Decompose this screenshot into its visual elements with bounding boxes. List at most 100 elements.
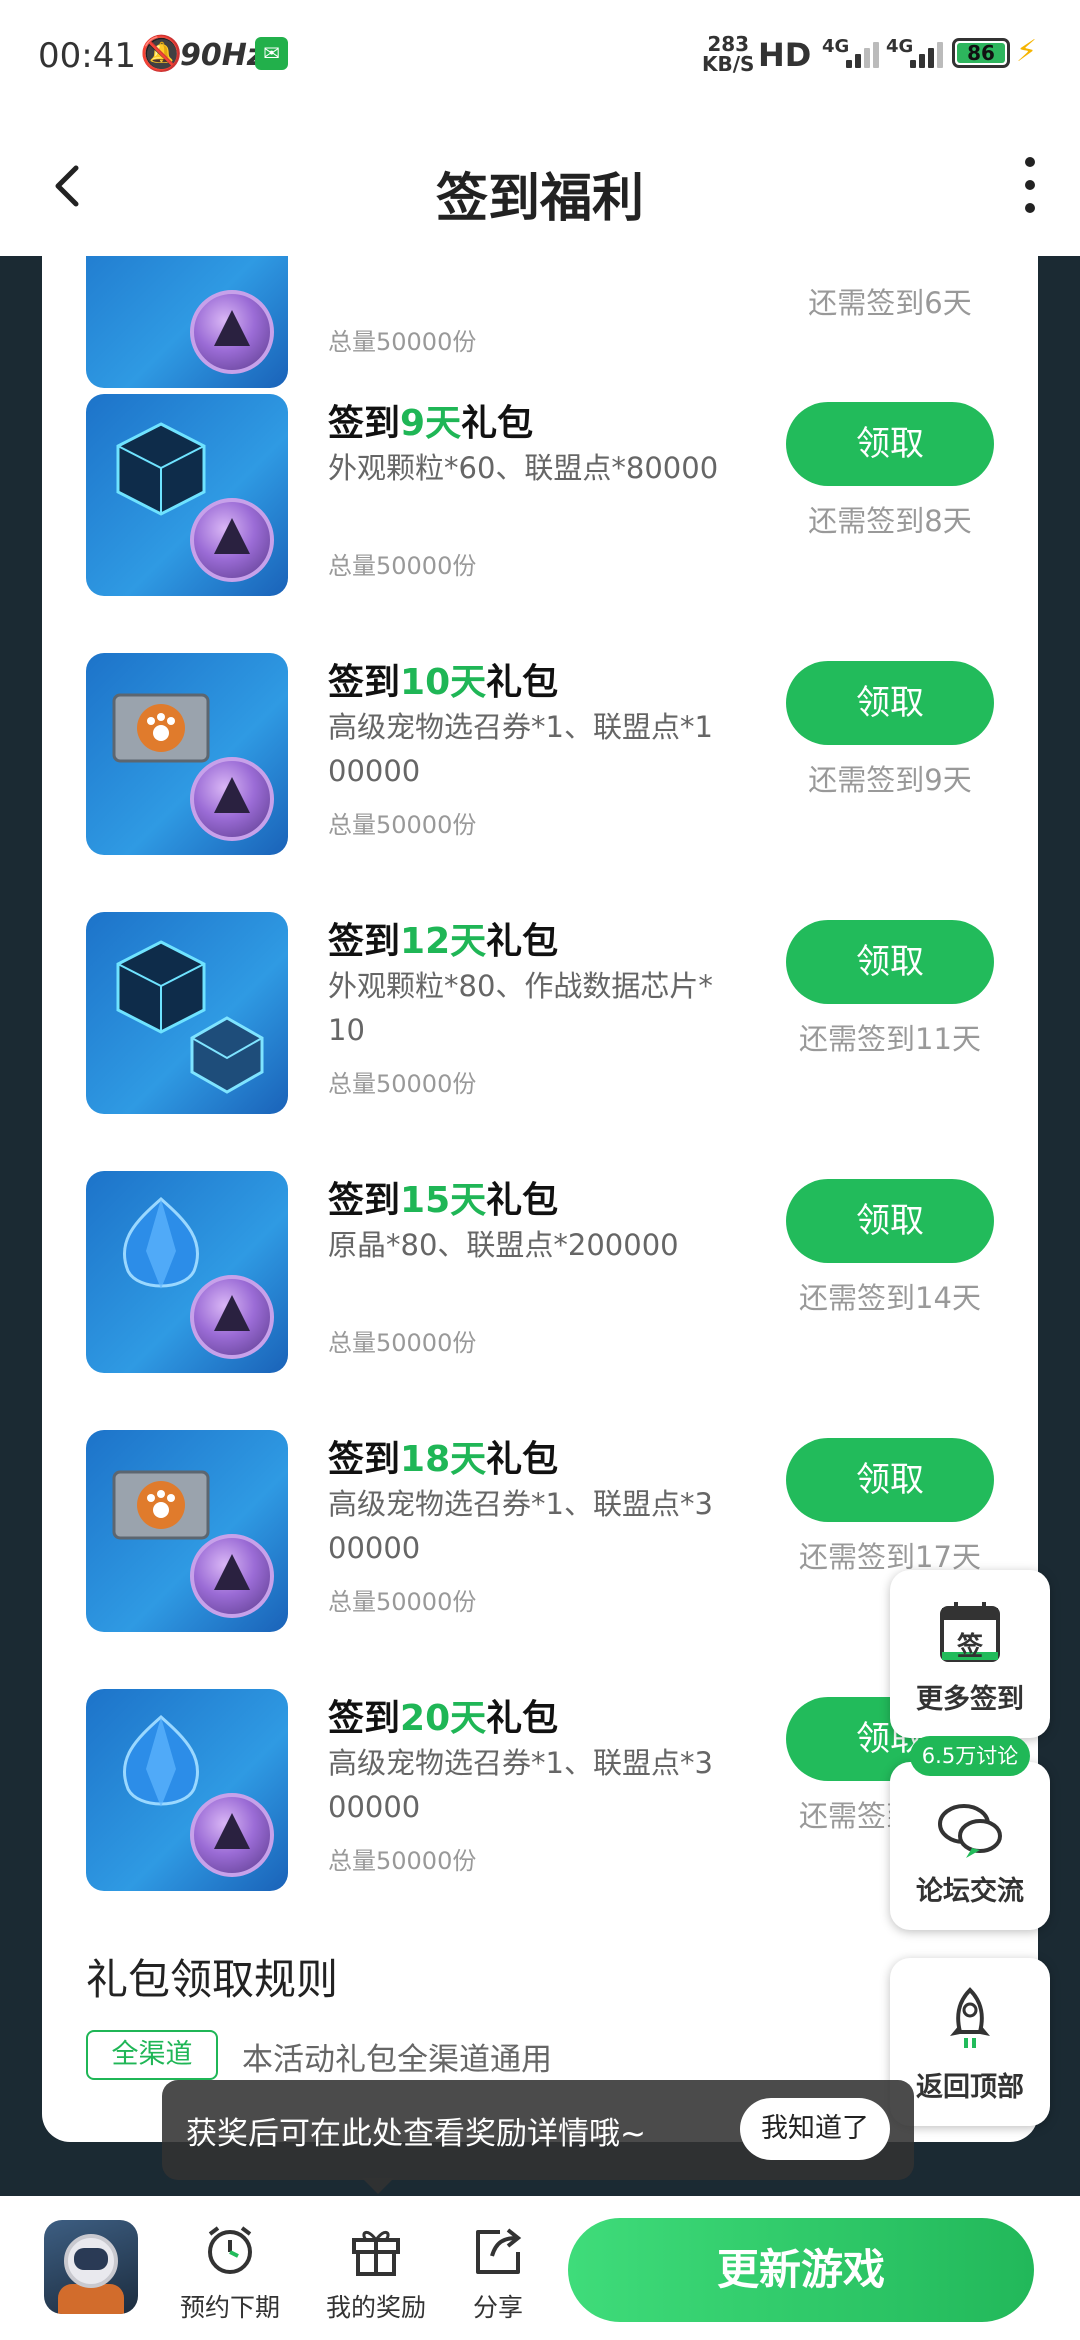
net-speed-unit: KB/S bbox=[702, 52, 755, 76]
gift-title: 签到20天礼包 bbox=[328, 1698, 559, 1739]
chat-bubbles-icon bbox=[938, 1804, 1002, 1858]
signal-icon bbox=[846, 40, 879, 68]
gift-thumbnail bbox=[86, 256, 288, 388]
more-options-button[interactable] bbox=[1010, 150, 1050, 220]
gift-row: 签到18天礼包 高级宠物选召券*1、联盟点*300000 总量50000份 领取… bbox=[42, 1430, 1038, 1670]
rules-title: 礼包领取规则 bbox=[86, 1955, 339, 2004]
gift-description: 原晶*80、联盟点*200000 bbox=[328, 1228, 679, 1262]
status-bar: 00:41 🔕 90Hz ✉ 283 KB/S HD 4G 4G 86 ⚡ bbox=[0, 0, 1080, 120]
got-it-button[interactable]: 我知道了 bbox=[740, 2098, 890, 2160]
gift-row: 签到15天礼包 原晶*80、联盟点*200000 总量50000份 领取 还需签… bbox=[42, 1171, 1038, 1411]
gift-need-text: 还需签到8天 bbox=[808, 504, 972, 538]
gift-row: 签到9天礼包 外观颗粒*60、联盟点*80000 总量50000份 领取 还需签… bbox=[42, 394, 1038, 634]
gift-title: 签到9天礼包 bbox=[328, 403, 534, 444]
gift-description: 高级宠物选召券*1、联盟点*300000 bbox=[328, 1487, 713, 1565]
gift-title: 签到12天礼包 bbox=[328, 921, 559, 962]
gift-need-text: 还需签到9天 bbox=[808, 763, 972, 797]
tooltip-arrow bbox=[362, 2178, 394, 2194]
battery-level: 86 bbox=[957, 43, 1005, 63]
gift-total: 总量50000份 bbox=[328, 552, 477, 580]
claim-button[interactable]: 领取 bbox=[786, 661, 994, 745]
status-time: 00:41 bbox=[38, 36, 136, 76]
gift-title: 签到18天礼包 bbox=[328, 1439, 559, 1480]
gift-row: 签到10天礼包 高级宠物选召券*1、联盟点*100000 总量50000份 领取… bbox=[42, 653, 1038, 893]
pet-ticket-icon bbox=[86, 653, 288, 855]
forum-label: 论坛交流 bbox=[916, 1876, 1024, 1907]
gift-need-text: 还需签到11天 bbox=[799, 1022, 981, 1056]
my-rewards-label: 我的奖励 bbox=[325, 2293, 426, 2322]
reward-tooltip: 获奖后可在此处查看奖励详情哦~ 我知道了 bbox=[162, 2080, 914, 2180]
back-to-top-button[interactable]: 返回顶部 bbox=[890, 1958, 1050, 2126]
gift-description: 高级宠物选召券*1、联盟点*300000 bbox=[328, 1746, 713, 1824]
gift-title: 签到10天礼包 bbox=[328, 662, 559, 703]
blue-gem-icon bbox=[86, 1689, 288, 1891]
rule-text: 本活动礼包全渠道通用 bbox=[242, 2042, 552, 2078]
gift-total: 总量50000份 bbox=[328, 1588, 477, 1616]
battery-icon: 86 bbox=[952, 38, 1010, 68]
page-title: 签到福利 bbox=[435, 169, 644, 229]
gift-days: 12天 bbox=[400, 921, 487, 962]
gift-total: 总量50000份 bbox=[328, 811, 477, 839]
coin-icon bbox=[190, 290, 274, 374]
more-checkin-label: 更多签到 bbox=[916, 1684, 1024, 1715]
gift-total: 总量50000份 bbox=[328, 1847, 477, 1875]
alarm-clock-icon bbox=[208, 2226, 252, 2274]
gift-days: 10天 bbox=[400, 662, 487, 703]
share-icon bbox=[476, 2228, 522, 2274]
gift-total: 总量50000份 bbox=[328, 328, 477, 356]
more-checkin-button[interactable]: 签 更多签到 bbox=[890, 1570, 1050, 1738]
mute-icon: 🔕 bbox=[140, 34, 183, 74]
gift-days: 18天 bbox=[400, 1439, 487, 1480]
reserve-next-label: 预约下期 bbox=[179, 2293, 280, 2322]
gift-box-icon bbox=[352, 2231, 400, 2276]
coin-icon bbox=[190, 1275, 274, 1359]
blue-gem-icon bbox=[86, 1171, 288, 1373]
claim-button[interactable]: 领取 bbox=[786, 920, 994, 1004]
pet-ticket-icon bbox=[86, 1430, 288, 1632]
net-speed: 283 KB/S bbox=[702, 34, 754, 74]
wechat-icon: ✉ bbox=[255, 37, 288, 70]
gift-row: 签到12天礼包 外观颗粒*80、作战数据芯片*10 总量50000份 领取 还需… bbox=[42, 912, 1038, 1152]
crystal-cube-icon bbox=[86, 394, 288, 596]
gift-description: 外观颗粒*80、作战数据芯片*10 bbox=[328, 969, 713, 1047]
charging-icon: ⚡ bbox=[1016, 34, 1038, 69]
refresh-rate: 90Hz bbox=[180, 38, 265, 73]
coin-icon bbox=[190, 1534, 274, 1618]
claim-button[interactable]: 领取 bbox=[786, 1179, 994, 1263]
gift-days: 15天 bbox=[400, 1180, 487, 1221]
discussion-count-badge: 6.5万讨论 bbox=[910, 1736, 1030, 1776]
net-speed-value: 283 bbox=[707, 32, 750, 56]
gift-need-text: 还需签到6天 bbox=[808, 286, 972, 320]
claim-button[interactable]: 领取 bbox=[786, 402, 994, 486]
gift-days: 9天 bbox=[400, 403, 462, 444]
my-rewards-button[interactable]: 我的奖励 bbox=[316, 2222, 436, 2324]
game-app-icon[interactable] bbox=[44, 2220, 138, 2314]
gift-need-text: 还需签到14天 bbox=[799, 1281, 981, 1315]
hd-indicator: HD bbox=[758, 36, 812, 74]
app-header: 签到福利 bbox=[0, 120, 1080, 256]
gift-total: 总量50000份 bbox=[328, 1329, 477, 1357]
bottom-action-bar: 预约下期 我的奖励 分享 更新游戏 bbox=[0, 2196, 1080, 2340]
coin-icon bbox=[190, 1793, 274, 1877]
channel-tag: 全渠道 bbox=[86, 2030, 218, 2080]
claim-button[interactable]: 领取 bbox=[786, 1438, 994, 1522]
forum-button[interactable]: 论坛交流 bbox=[890, 1762, 1050, 1930]
coin-icon bbox=[190, 757, 274, 841]
update-game-button[interactable]: 更新游戏 bbox=[568, 2218, 1034, 2322]
gift-description: 高级宠物选召券*1、联盟点*100000 bbox=[328, 710, 713, 788]
share-button[interactable]: 分享 bbox=[438, 2222, 558, 2324]
gift-row: 签到20天礼包 高级宠物选召券*1、联盟点*300000 总量50000份 领取… bbox=[42, 1689, 1038, 1929]
reserve-next-button[interactable]: 预约下期 bbox=[170, 2222, 290, 2324]
rocket-icon bbox=[950, 1987, 990, 2048]
gift-title: 签到15天礼包 bbox=[328, 1180, 559, 1221]
checkin-icon-text: 签 bbox=[956, 1632, 983, 1662]
gift-days: 20天 bbox=[400, 1698, 487, 1739]
signal-icon-2 bbox=[910, 40, 943, 68]
gift-total: 总量50000份 bbox=[328, 1070, 477, 1098]
share-label: 分享 bbox=[472, 2293, 523, 2322]
tooltip-text: 获奖后可在此处查看奖励详情哦~ bbox=[186, 2116, 646, 2152]
coin-icon bbox=[190, 498, 274, 582]
gift-list-card: 总量50000份 还需签到6天 签到9天礼包 外观颗粒*60、联盟点*80000… bbox=[42, 256, 1038, 2142]
back-to-top-label: 返回顶部 bbox=[916, 2072, 1024, 2103]
crystal-cube-icon bbox=[86, 912, 288, 1114]
